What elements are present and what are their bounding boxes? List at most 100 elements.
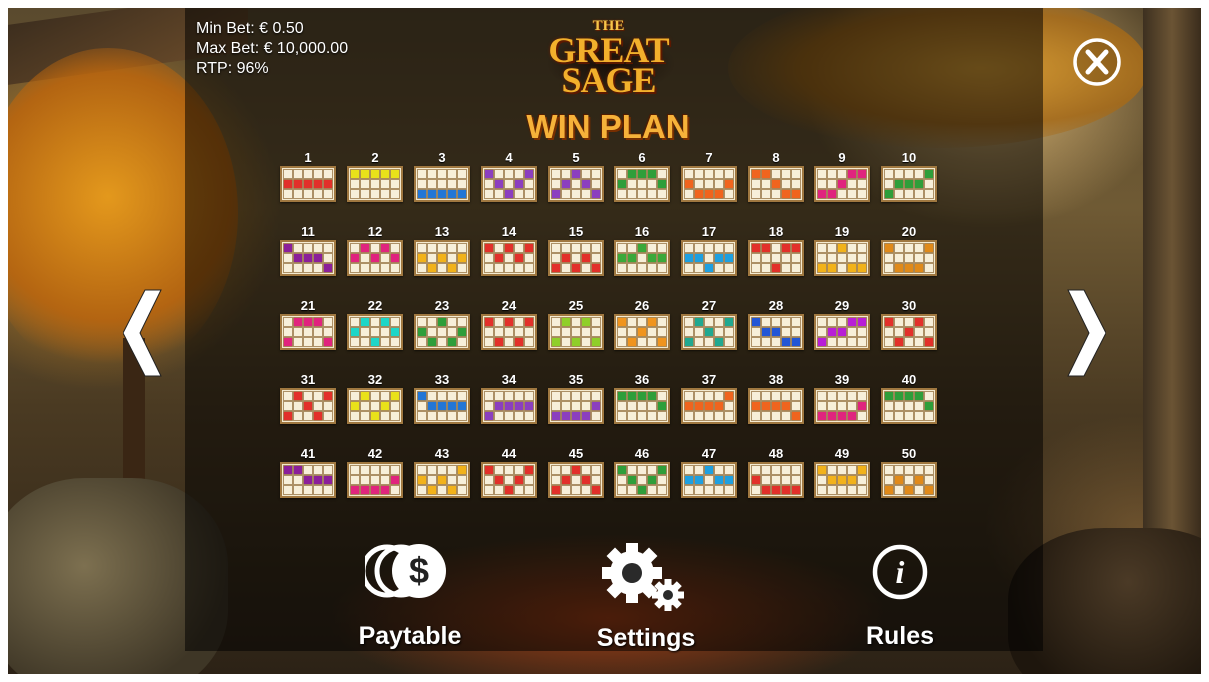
payline-cell [724, 337, 734, 347]
payline-cell [647, 243, 657, 253]
payline-cell [837, 337, 847, 347]
payline-cell [591, 243, 601, 253]
payline-cell [514, 317, 524, 327]
payline-cell-active [924, 169, 934, 179]
payline-cell-active [914, 317, 924, 327]
payline-cell [657, 475, 667, 485]
payline-cell [390, 465, 400, 475]
payline-cell [504, 327, 514, 337]
payline-cell-active [323, 391, 333, 401]
payline-cell-active [791, 337, 801, 347]
payline-cell-active [417, 253, 427, 263]
payline-cell [761, 179, 771, 189]
payline-cell-active [684, 253, 694, 263]
payline-number: 36 [634, 372, 650, 387]
payline-cell-active [827, 475, 837, 485]
payline-6: 6 [613, 150, 671, 202]
payline-cell-active [817, 263, 827, 273]
previous-page-button[interactable] [122, 288, 163, 378]
payline-cell [637, 337, 647, 347]
payline-cell [283, 327, 293, 337]
payline-cell [293, 475, 303, 485]
payline-cell-active [571, 411, 581, 421]
payline-cell-active [857, 401, 867, 411]
payline-cell [627, 485, 637, 495]
payline-cell [313, 189, 323, 199]
payline-cell [704, 253, 714, 263]
payline-cell-active [694, 475, 704, 485]
payline-cell [484, 179, 494, 189]
payline-cell-active [684, 401, 694, 411]
payline-cell [791, 169, 801, 179]
payline-cell [817, 169, 827, 179]
payline-cell-active [551, 337, 561, 347]
payline-cell [350, 263, 360, 273]
payline-cell [694, 179, 704, 189]
payline-17: 17 [680, 224, 738, 276]
payline-9: 9 [813, 150, 871, 202]
payline-cell-active [457, 189, 467, 199]
payline-cell [924, 327, 934, 337]
payline-cell [313, 337, 323, 347]
payline-cell [484, 327, 494, 337]
payline-number: 3 [438, 150, 446, 165]
payline-cell-active [504, 485, 514, 495]
payline-cell [894, 317, 904, 327]
payline-cell-active [884, 243, 894, 253]
payline-cell-active [380, 317, 390, 327]
payline-cell [457, 337, 467, 347]
game-logo: THE GREAT SAGE [536, 14, 681, 98]
svg-text:$: $ [409, 550, 429, 591]
min-bet-text: Min Bet: € 0.50 [196, 20, 304, 37]
payline-cell [817, 485, 827, 495]
payline-cell [791, 465, 801, 475]
payline-cell-active [914, 263, 924, 273]
payline-cell [504, 169, 514, 179]
payline-cell [581, 189, 591, 199]
payline-cell [427, 253, 437, 263]
payline-cell [704, 337, 714, 347]
next-page-button[interactable] [1066, 288, 1107, 378]
payline-number: 47 [701, 446, 717, 461]
payline-cell [791, 475, 801, 485]
payline-cell-active [647, 253, 657, 263]
payline-number: 9 [838, 150, 846, 165]
payline-cell [380, 465, 390, 475]
payline-cell [484, 475, 494, 485]
payline-cell [494, 411, 504, 421]
payline-cell [637, 465, 647, 475]
payline-cell-active [591, 337, 601, 347]
payline-cell [724, 465, 734, 475]
payline-cell-active [617, 391, 627, 401]
payline-diagram [681, 166, 737, 202]
payline-cell-active [390, 253, 400, 263]
payline-cell-active [914, 179, 924, 189]
paytable-button[interactable]: $ Paytable [330, 541, 490, 651]
payline-cell-active [427, 485, 437, 495]
payline-cell-active [781, 401, 791, 411]
payline-number: 45 [568, 446, 584, 461]
payline-number: 18 [768, 224, 784, 239]
payline-cell-active [447, 485, 457, 495]
payline-35: 35 [547, 372, 605, 424]
payline-cell [494, 243, 504, 253]
payline-cell-active [837, 327, 847, 337]
payline-cell [904, 401, 914, 411]
payline-cell-active [837, 411, 847, 421]
settings-button[interactable]: Settings [566, 543, 726, 653]
payline-cell [437, 485, 447, 495]
rules-button[interactable]: i Rules [820, 541, 980, 651]
payline-cell [827, 337, 837, 347]
payline-cell [884, 337, 894, 347]
payline-cell-active [390, 475, 400, 485]
payline-cell-active [484, 243, 494, 253]
payline-cell-active [904, 485, 914, 495]
payline-cell-active [714, 337, 724, 347]
payline-42: 42 [346, 446, 404, 498]
payline-cell [714, 391, 724, 401]
payline-cell-active [751, 169, 761, 179]
payline-cell [417, 317, 427, 327]
close-button[interactable] [1073, 38, 1121, 86]
payline-cell-active [904, 263, 914, 273]
payline-cell [494, 465, 504, 475]
